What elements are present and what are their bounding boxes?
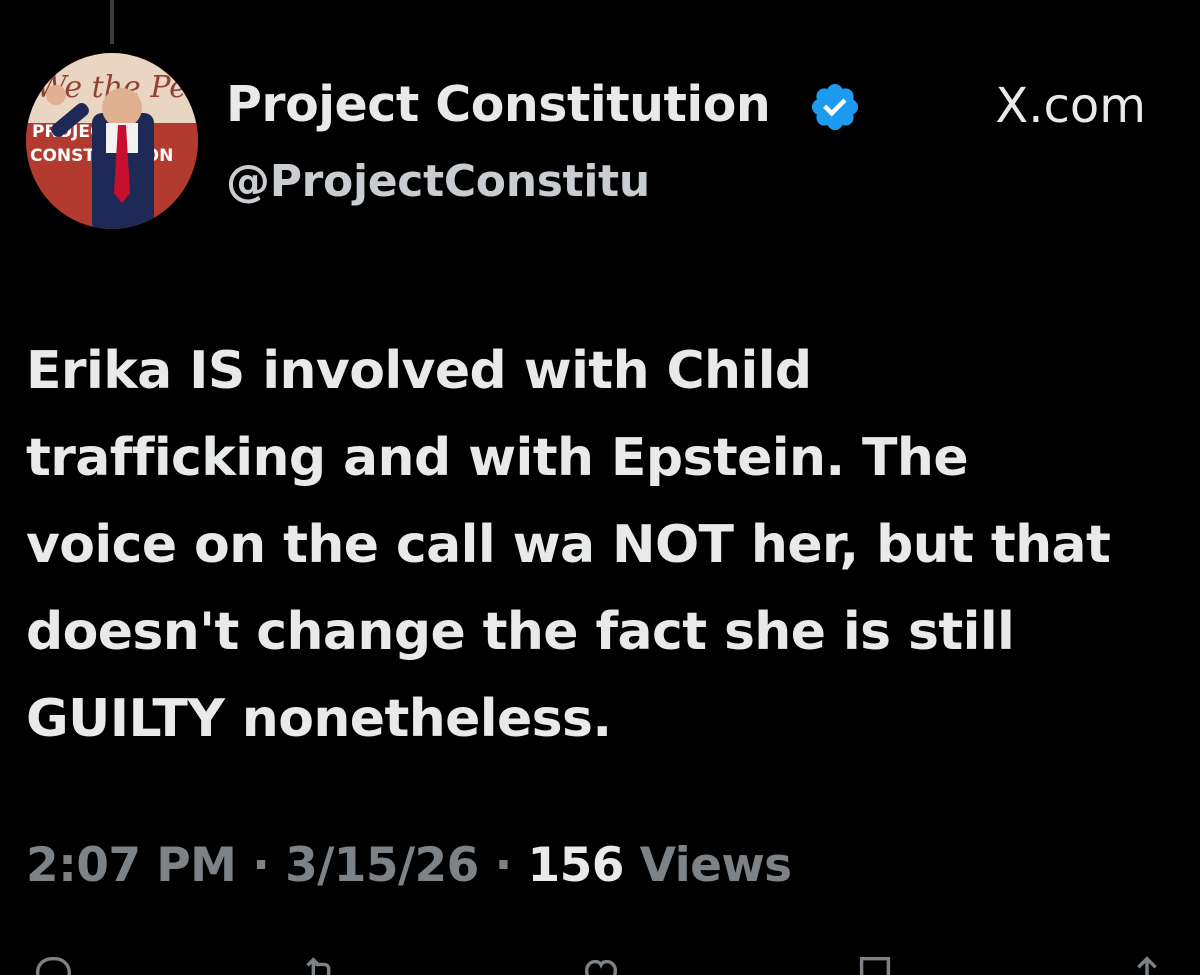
tweet-text-line: trafficking and with Epstein. The xyxy=(26,428,969,488)
share-icon xyxy=(1137,956,1157,975)
tweet-time[interactable]: 2:07 PM xyxy=(26,838,237,893)
display-name[interactable]: Project Constitution xyxy=(226,70,771,140)
tweet-date[interactable]: 3/15/26 xyxy=(285,838,479,893)
bookmark-button[interactable] xyxy=(852,950,898,975)
views-label: Views xyxy=(639,838,793,893)
share-button[interactable] xyxy=(1124,950,1170,975)
avatar[interactable]: We the People PROJECT CONSTITUTION xyxy=(26,53,198,229)
action-bar xyxy=(0,950,1200,975)
avatar-image: We the People PROJECT CONSTITUTION xyxy=(26,53,198,229)
like-button[interactable] xyxy=(578,950,624,975)
tweet-metadata: 2:07 PM · 3/15/26 · 156 Views xyxy=(26,832,792,900)
meta-separator: · xyxy=(494,838,513,893)
heart-icon xyxy=(584,959,618,975)
tweet-text-line: Erika IS involved with Child xyxy=(26,341,812,401)
reply-icon xyxy=(35,956,72,975)
views-count: 156 xyxy=(527,838,625,893)
meta-separator: · xyxy=(252,838,270,893)
tweet-text-line: GUILTY nonetheless. xyxy=(26,689,612,749)
repost-icon xyxy=(306,957,331,975)
user-handle[interactable]: @ProjectConstitu xyxy=(226,150,650,214)
thread-connector-line xyxy=(110,0,114,44)
source-watermark: X.com xyxy=(995,78,1146,134)
tweet-text-line: doesn't change the fact she is still xyxy=(26,602,1015,662)
tweet-text-line: voice on the call wa NOT her, but that xyxy=(26,515,1111,575)
tweet-text: Erika IS involved with Child trafficking… xyxy=(26,328,1176,763)
verified-badge-icon xyxy=(811,83,859,131)
bookmark-icon xyxy=(859,956,891,975)
reply-button[interactable] xyxy=(30,950,76,975)
repost-button[interactable] xyxy=(298,950,344,975)
